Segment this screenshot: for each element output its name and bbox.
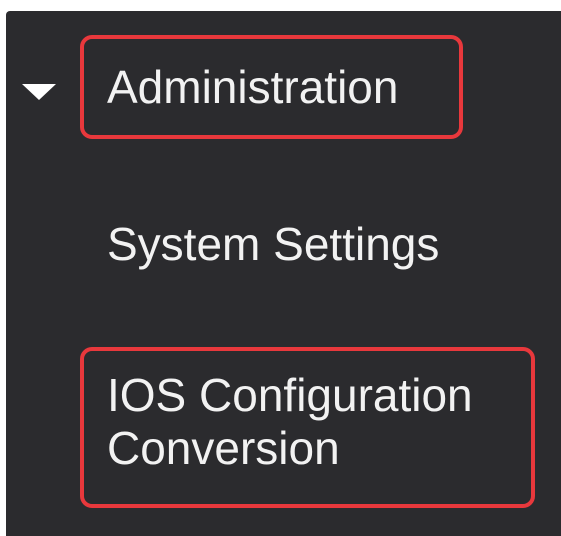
sidebar-panel: Administration System Settings IOS Confi…: [6, 11, 561, 536]
sidebar-item-system-settings[interactable]: System Settings: [107, 218, 439, 271]
sidebar-section-administration[interactable]: Administration: [107, 61, 398, 114]
sidebar-item-ios-configuration-conversion[interactable]: IOS Configuration Conversion: [107, 369, 527, 475]
caret-down-icon[interactable]: [22, 84, 56, 100]
